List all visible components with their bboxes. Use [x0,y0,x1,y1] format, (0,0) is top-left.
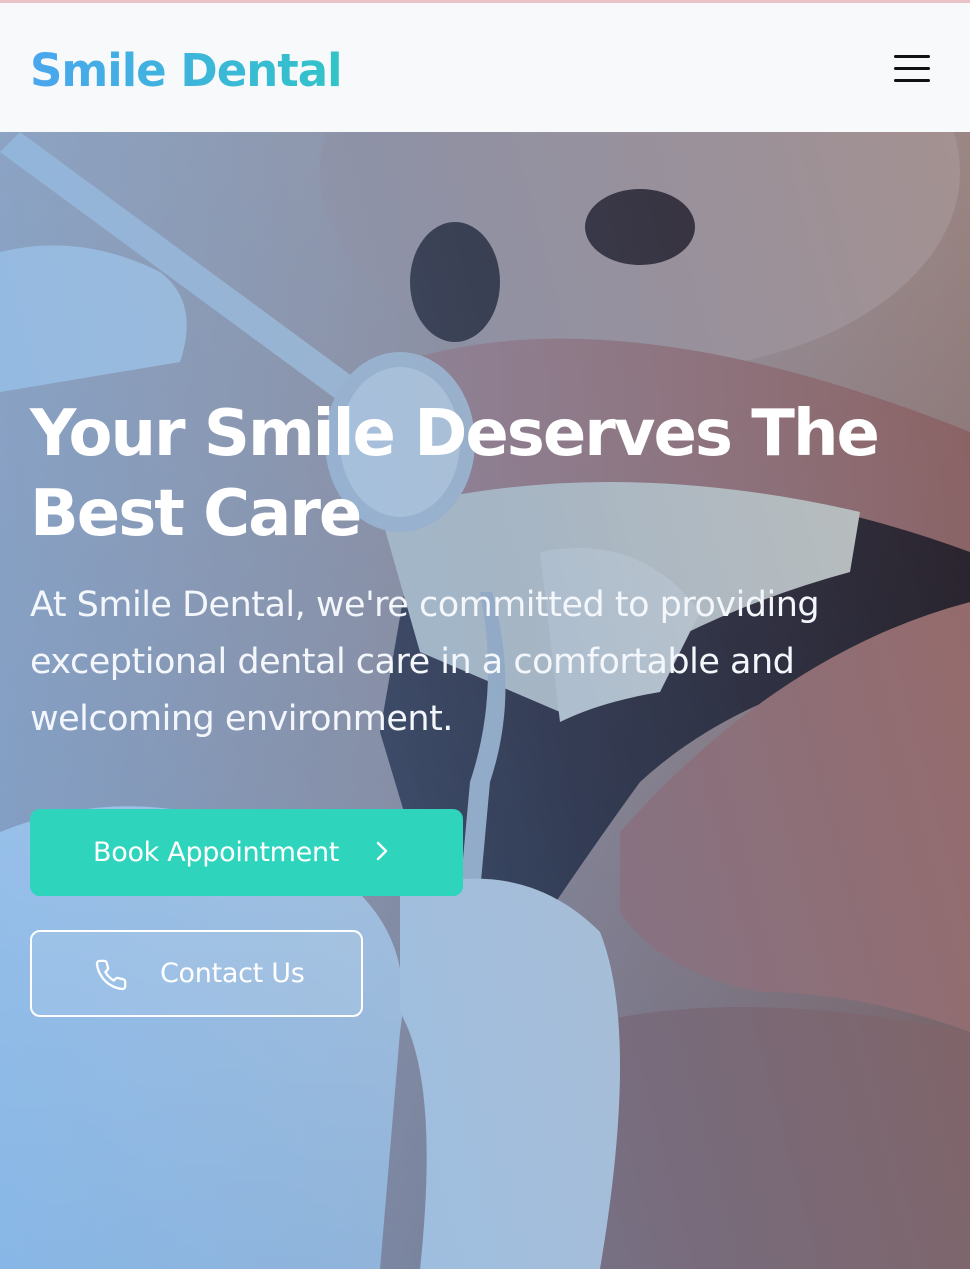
page: Smile Dental Your Smile Deserves The Bes… [0,0,970,1274]
hero-section: Your Smile Deserves The Best Care At Smi… [0,132,970,1269]
menu-bar [894,67,930,70]
phone-icon [95,959,127,991]
menu-bar [894,55,930,58]
contact-us-label: Contact Us [160,958,305,989]
hamburger-menu-icon[interactable] [890,51,932,87]
contact-us-button[interactable]: Contact Us [30,930,363,1017]
book-appointment-label: Book Appointment [93,837,340,868]
menu-bar [894,79,930,82]
navbar: Smile Dental [0,3,970,132]
chevron-right-icon [376,841,388,861]
bottom-border [0,1269,970,1274]
brand-logo[interactable]: Smile Dental [30,41,343,101]
hero-title: Your Smile Deserves The Best Care [30,397,880,551]
book-appointment-button[interactable]: Book Appointment [30,809,463,896]
hero-subtitle: At Smile Dental, we're committed to prov… [30,585,820,739]
